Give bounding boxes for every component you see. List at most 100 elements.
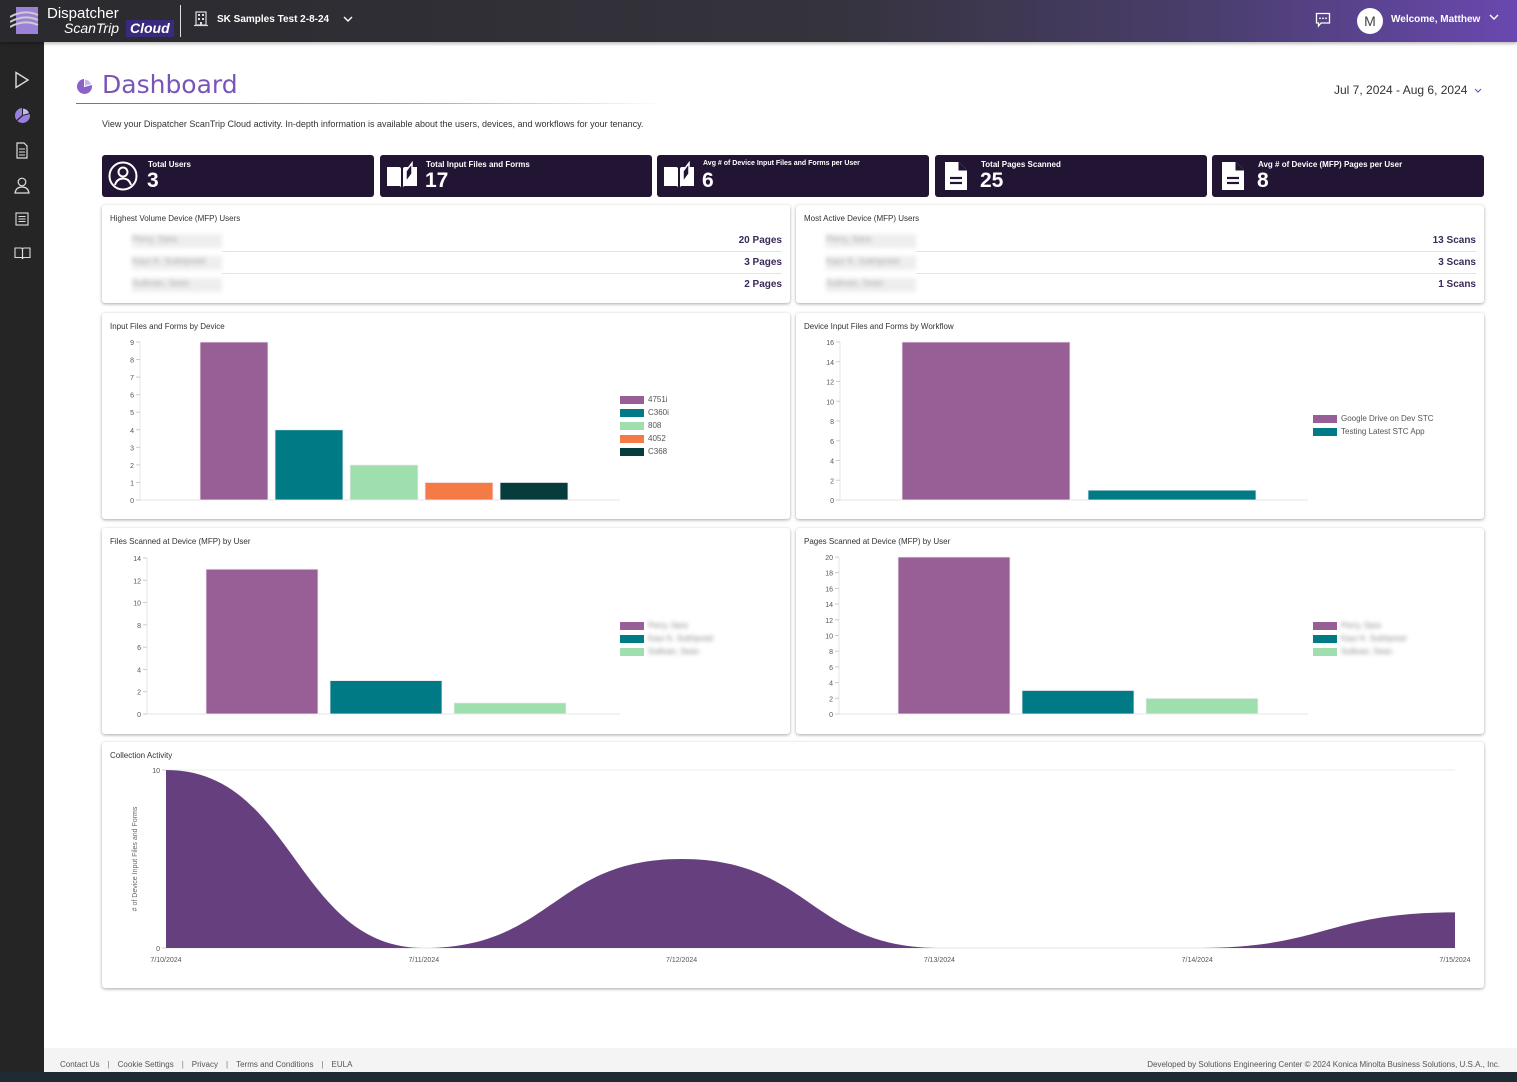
chart-legend: 4751i C360i 808 4052 C368 (620, 393, 669, 458)
legend-swatch (620, 647, 644, 656)
footer-links: Contact Us | Cookie Settings | Privacy | Te… (60, 1060, 352, 1069)
most-active-users-card: Most Active Device (MFP) Users Perry, Sa… (796, 205, 1484, 303)
legend-item[interactable]: Testing Latest STC App (1313, 425, 1433, 438)
user-name-redacted: Kaur K. Sukhpreet (826, 256, 916, 270)
bar-kaur-k-sukhpreet (1021, 690, 1135, 715)
book-icon (13, 247, 31, 260)
user-name-redacted: Kaur K. Sukhpreet (132, 256, 222, 270)
legend-item[interactable]: Google Drive on Dev STC (1313, 412, 1433, 425)
legend-label: Kaur K. Sukhpreet (1341, 634, 1407, 643)
stat-value: 25 (980, 169, 1004, 192)
legend-swatch (620, 421, 644, 430)
bar-4052 (424, 482, 494, 501)
top-bar: Dispatcher ScanTrip Cloud SK Samples Tes… (0, 0, 1517, 42)
legend-swatch (1313, 647, 1337, 656)
sidebar-item-library[interactable] (11, 242, 33, 264)
legend-swatch (1313, 414, 1337, 423)
legend-label: C360i (648, 408, 669, 417)
sidebar-item-users[interactable] (11, 174, 33, 196)
pie-chart-icon (14, 106, 30, 123)
x-tick-label: 7/13/2024 (924, 957, 955, 964)
user-name-redacted: Perry, Sara (826, 234, 916, 248)
highest-volume-users-card: Highest Volume Device (MFP) Users Perry,… (102, 205, 790, 303)
user-name-redacted: Sullivan, Sean (826, 278, 916, 292)
y-tick-label: 12 (133, 578, 141, 585)
logo-text-dispatcher: Dispatcher (47, 5, 119, 22)
pages-value: 2 Pages (744, 279, 782, 290)
user-circle-icon (108, 161, 138, 191)
header-divider (180, 5, 181, 37)
app-logo[interactable]: Dispatcher ScanTrip Cloud (6, 4, 174, 38)
chart-legend: Google Drive on Dev STC Testing Latest ST… (1313, 412, 1433, 438)
date-range-picker[interactable]: Jul 7, 2024 - Aug 6, 2024 (1334, 83, 1482, 97)
bar-google-drive-on-dev-stc (901, 341, 1071, 501)
stat-value: 8 (1257, 169, 1269, 192)
legend-swatch (1313, 634, 1337, 643)
legend-item[interactable]: Kaur K. Sukhpreet (1313, 632, 1406, 645)
footer-link-privacy[interactable]: Privacy (192, 1060, 218, 1069)
scanned-document-icon (16, 141, 28, 159)
stat-label: Total Users (148, 160, 191, 169)
y-tick-label: 7 (130, 375, 134, 382)
chart-card-input-by-workflow: Device Input Files and Forms by Workflow… (796, 313, 1484, 519)
play-icon (15, 71, 30, 89)
footer-link-cookie-settings[interactable]: Cookie Settings (118, 1060, 174, 1069)
footer-link-contact-us[interactable]: Contact Us (60, 1060, 100, 1069)
footer-copyright: Developed by Solutions Engineering Cente… (1147, 1060, 1500, 1069)
y-tick-label: 16 (826, 340, 834, 347)
stat-value: 3 (147, 169, 159, 192)
chart-card-collection-activity: Collection Activity 0 10 # of Device Input… (102, 742, 1484, 988)
legend-item[interactable]: C368 (620, 445, 669, 458)
list-item: Perry, Sara 20 Pages (132, 230, 782, 252)
legend-label: Testing Latest STC App (1341, 427, 1425, 436)
footer-link-terms[interactable]: Terms and Conditions (236, 1060, 313, 1069)
user-avatar[interactable]: M (1357, 8, 1383, 34)
area-series (166, 770, 1455, 948)
list-item: Kaur K. Sukhpreet 3 Scans (826, 252, 1476, 274)
legend-label: Kaur K. Sukhpreet (648, 634, 714, 643)
legend-item[interactable]: Perry, Sara (1313, 619, 1406, 632)
stat-value: 6 (702, 169, 714, 192)
user-menu-chevron-icon[interactable] (1489, 14, 1499, 20)
stat-card-avg-pages: Avg # of Device (MFP) Pages per User 8 (1212, 155, 1484, 197)
footer-separator: | (321, 1060, 324, 1069)
sidebar-item-run[interactable] (11, 69, 33, 91)
legend-item[interactable]: 4751i (620, 393, 669, 406)
stat-card-total-input-files: Total Input Files and Forms 17 (380, 155, 652, 197)
legend-item[interactable]: 4052 (620, 432, 669, 445)
legend-item[interactable]: Kaur K. Sukhpreet (620, 632, 713, 645)
chart-legend: Perry, Sara Kaur K. Sukhpreet Sullivan, Se… (620, 619, 713, 658)
footer-link-eula[interactable]: EULA (332, 1060, 353, 1069)
legend-item[interactable]: Sullivan, Sean (620, 645, 713, 658)
legend-item[interactable]: Sullivan, Sean (1313, 645, 1406, 658)
bar-sullivan-sean (453, 702, 567, 715)
legend-item[interactable]: C360i (620, 406, 669, 419)
area-chart-collection-activity: 0 10 # of Device Input Files and Forms 7/10… (132, 768, 1471, 964)
bar-c368 (499, 482, 569, 501)
y-tick-label: 20 (825, 555, 833, 562)
list-icon (15, 212, 29, 226)
sidebar (0, 42, 44, 1072)
legend-label: Sullivan, Sean (1341, 647, 1393, 656)
sidebar-item-dashboard[interactable] (11, 104, 33, 126)
x-tick-label: 7/14/2024 (1182, 957, 1213, 964)
bar-kaur-k-sukhpreet (329, 680, 443, 715)
logo-mark-icon (10, 7, 39, 34)
x-tick-label: 7/10/2024 (150, 957, 181, 964)
sidebar-item-scans[interactable] (11, 139, 33, 161)
sidebar-item-list[interactable] (11, 208, 33, 230)
y-tick-label: 1 (130, 480, 134, 487)
logo-text-scantrip: ScanTrip (64, 20, 119, 36)
feedback-chat-icon[interactable] (1315, 12, 1331, 28)
title-divider (76, 103, 666, 104)
legend-swatch (620, 634, 644, 643)
legend-item[interactable]: 808 (620, 419, 669, 432)
user-menu-label[interactable]: Welcome, Matthew (1391, 14, 1480, 25)
tenant-selector[interactable]: SK Samples Test 2-8-24 (193, 11, 353, 27)
legend-swatch (620, 621, 644, 630)
bar-4751i (199, 341, 269, 501)
legend-swatch (620, 408, 644, 417)
legend-item[interactable]: Perry, Sara (620, 619, 713, 632)
user-name-redacted: Sullivan, Sean (132, 278, 222, 292)
page-description: View your Dispatcher ScanTrip Cloud acti… (102, 119, 644, 129)
